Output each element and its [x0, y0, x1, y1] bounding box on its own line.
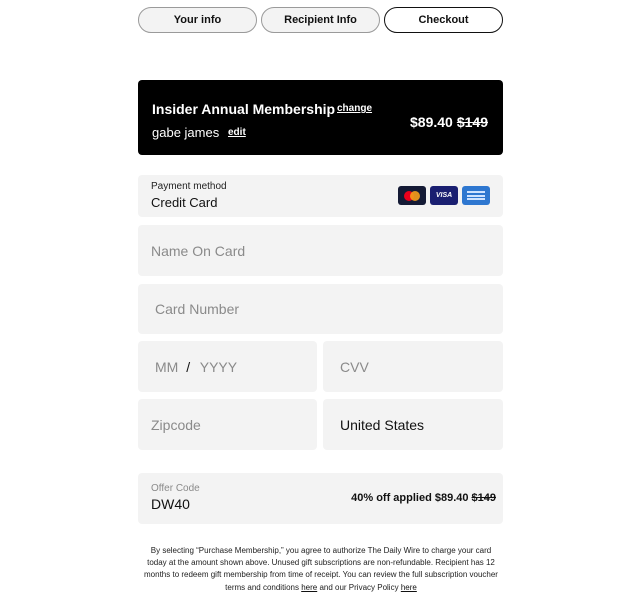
cvv-placeholder: CVV [340, 358, 369, 375]
offer-original-price: $149 [471, 492, 496, 504]
offer-applied-text: 40% off applied $89.40 $149 [351, 492, 496, 504]
change-membership-link[interactable]: change [337, 103, 372, 114]
name-on-card-field[interactable]: Name On Card [138, 225, 503, 276]
zipcode-field[interactable]: Zipcode [138, 399, 317, 450]
visa-icon: VISA [430, 186, 458, 205]
card-number-placeholder: Card Number [155, 301, 240, 317]
membership-title: Insider Annual Membership [152, 101, 336, 117]
offer-code-value: DW40 [151, 496, 190, 512]
card-icons: VISA [398, 186, 490, 205]
disclaimer-middle-text: and our Privacy Policy [317, 582, 401, 592]
tab-recipient-info[interactable]: Recipient Info [261, 7, 380, 33]
tab-your-info[interactable]: Your info [138, 7, 257, 33]
expiry-placeholder: MM / YYYY [155, 359, 237, 375]
cvv-field[interactable]: CVV [323, 341, 503, 392]
original-price: $149 [456, 114, 488, 130]
payment-method-select[interactable]: Payment method Credit Card VISA [138, 175, 503, 217]
payment-method-label: Payment method [151, 181, 227, 192]
month-placeholder: MM [155, 358, 179, 375]
edit-name-link[interactable]: edit [228, 127, 246, 138]
terms-link[interactable]: here [301, 583, 317, 592]
sale-price: $89.40 [410, 114, 453, 130]
country-select[interactable]: United States [323, 399, 503, 450]
checkout-page: Your info Recipient Info Checkout Inside… [0, 0, 640, 610]
privacy-policy-link[interactable]: here [401, 583, 417, 592]
expiry-slash: / [186, 358, 191, 375]
amex-icon [462, 186, 490, 205]
payment-method-value: Credit Card [151, 195, 218, 210]
expiry-field[interactable]: MM / YYYY [138, 341, 317, 392]
customer-name: gabe james [152, 125, 220, 140]
purchase-disclaimer: By selecting “Purchase Membership,” you … [140, 545, 502, 594]
tab-checkout[interactable]: Checkout [384, 7, 503, 33]
card-number-field[interactable]: Card Number [138, 284, 503, 334]
offer-applied-price: 40% off applied $89.40 [351, 492, 469, 504]
mastercard-icon [398, 186, 426, 205]
year-placeholder: YYYY [199, 358, 238, 375]
offer-code-field[interactable]: Offer Code DW40 40% off applied $89.40 $1… [138, 473, 503, 524]
membership-price: $89.40 $149 [410, 114, 488, 130]
name-on-card-placeholder: Name On Card [151, 242, 246, 259]
country-value: United States [340, 416, 425, 433]
membership-summary: Insider Annual Membership change gabe ja… [138, 80, 503, 155]
zipcode-placeholder: Zipcode [151, 416, 201, 433]
offer-code-label: Offer Code [151, 483, 200, 494]
